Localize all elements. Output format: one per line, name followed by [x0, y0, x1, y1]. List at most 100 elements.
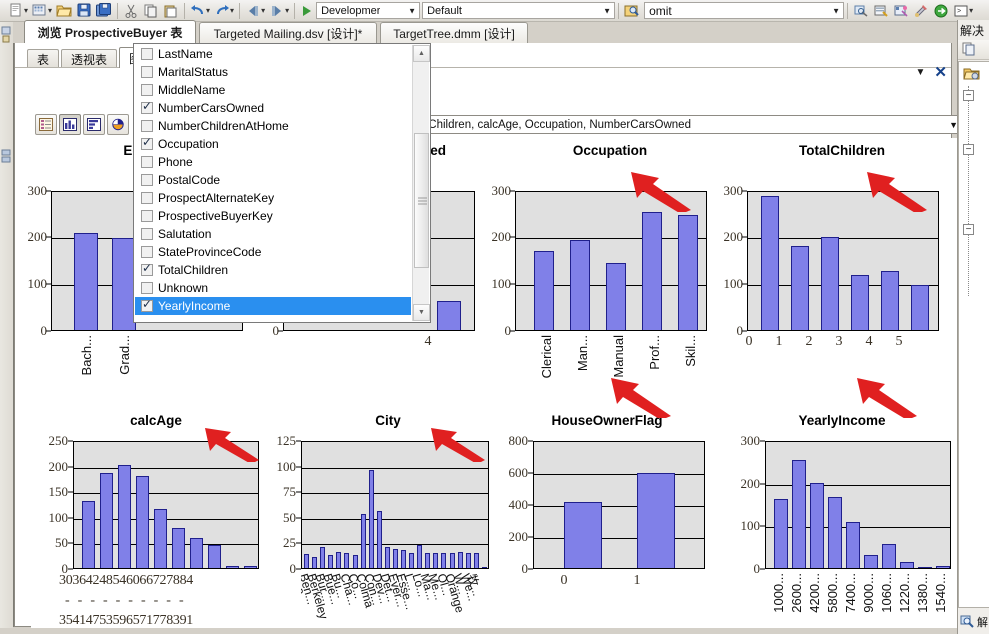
chevron-down-icon[interactable]: ▼ [916, 67, 926, 78]
checkbox-unchecked-icon[interactable] [141, 282, 153, 294]
copy-icon[interactable] [962, 42, 977, 62]
checkbox-checked-icon[interactable] [141, 298, 153, 312]
scroll-down-arrow-icon[interactable]: ▼ [413, 304, 430, 321]
solution-explorer-panel: 解决 − − − 解 [957, 20, 989, 634]
y-tick-label: 100 [48, 509, 69, 525]
properties-window-icon[interactable] [871, 1, 891, 20]
find-combo[interactable]: omit ▼ [644, 2, 845, 19]
new-item-icon[interactable] [6, 1, 26, 20]
field-list-item[interactable]: YearlyIncome [135, 297, 411, 315]
y-axis: 300 200 100 0 [727, 433, 765, 576]
y-tick-label: 600 [508, 465, 529, 480]
column-chart-icon[interactable] [59, 113, 81, 135]
solution-configuration-combo[interactable]: Developmer ▼ [316, 2, 421, 19]
document-tab-browse-prospectivebuyer[interactable]: 浏览 ProspectiveBuyer 表 [24, 20, 196, 43]
scroll-up-arrow-icon[interactable]: ▲ [413, 45, 430, 62]
navigate-back-icon[interactable] [243, 1, 263, 20]
field-list-item[interactable]: NumberChildrenAtHome [135, 117, 411, 135]
tab-table[interactable]: 表 [27, 49, 60, 68]
x-tick-label: Skil... [683, 335, 698, 367]
field-list-item[interactable]: ProspectAlternateKey [135, 189, 411, 207]
run-button[interactable] [298, 1, 316, 20]
checkbox-unchecked-icon[interactable] [141, 192, 153, 204]
find-in-files-icon[interactable] [622, 1, 642, 20]
solution-folder-icon[interactable] [963, 65, 980, 86]
checkbox-unchecked-icon[interactable] [141, 210, 153, 222]
checkbox-checked-icon[interactable] [141, 262, 153, 276]
command-window-icon[interactable]: > [951, 1, 971, 20]
panel-status-label: 解 [977, 617, 988, 629]
field-list-item[interactable]: NumberCarsOwned [135, 99, 411, 117]
field-list-item[interactable]: Unknown [135, 279, 411, 297]
save-all-icon[interactable] [94, 1, 114, 20]
copy-icon[interactable] [141, 1, 161, 20]
chevron-down-icon[interactable]: ▼ [832, 6, 840, 15]
scrollbar-thumb[interactable] [414, 133, 429, 268]
x-tick-label: Grad... [117, 335, 132, 375]
bar-totalchildren-1 [791, 246, 809, 330]
checkbox-unchecked-icon[interactable] [141, 84, 153, 96]
y-axis: 800 600 400 200 0 [495, 433, 533, 576]
field-list-item[interactable]: TotalChildren [135, 261, 411, 279]
checkbox-unchecked-icon[interactable] [141, 66, 153, 78]
field-list-item[interactable]: LastName [135, 45, 411, 63]
bar-yearlyincome-3 [828, 497, 842, 568]
checkbox-unchecked-icon[interactable] [141, 120, 153, 132]
bar-totalchildren-2 [821, 237, 839, 330]
open-folder-icon[interactable] [54, 1, 74, 20]
checkbox-unchecked-icon[interactable] [141, 228, 153, 240]
tab-pivot-table[interactable]: 透视表 [61, 49, 118, 68]
field-list-item[interactable]: MiddleName [135, 81, 411, 99]
go-to-icon[interactable] [931, 1, 951, 20]
toolbox-tab-icon[interactable] [1, 24, 12, 51]
toolbox-icon[interactable] [911, 1, 931, 20]
checkbox-checked-icon[interactable] [141, 100, 153, 114]
add-project-icon[interactable] [30, 1, 50, 20]
field-list-item[interactable]: Salutation [135, 225, 411, 243]
field-list-item[interactable]: ProspectiveBuyerKey [135, 207, 411, 225]
field-list-item[interactable]: Phone [135, 153, 411, 171]
dropdown-scrollbar[interactable]: ▲ ▼ [412, 45, 430, 321]
panel-toolbar [958, 40, 989, 60]
save-icon[interactable] [74, 1, 94, 20]
bar-calcage-8 [226, 566, 239, 568]
solution-platform-combo[interactable]: Default ▼ [422, 2, 616, 19]
search-icon[interactable] [960, 614, 975, 631]
document-tab-targettree-dmm[interactable]: TargetTree.dmm [设计] [380, 22, 528, 43]
bar-totalchildren-5 [911, 285, 929, 330]
paste-icon[interactable] [161, 1, 181, 20]
solution-tree[interactable]: − − − [958, 61, 989, 608]
chevron-down-icon[interactable]: ▼ [408, 6, 416, 15]
cut-icon[interactable] [121, 1, 141, 20]
bar-city-2 [320, 546, 326, 568]
tree-expander-icon[interactable]: − [963, 144, 974, 155]
redo-icon[interactable] [212, 1, 232, 20]
checkbox-unchecked-icon[interactable] [141, 156, 153, 168]
field-list-item[interactable]: PostalCode [135, 171, 411, 189]
checkbox-checked-icon[interactable] [141, 136, 153, 150]
close-icon[interactable]: ✕ [934, 65, 947, 80]
field-list-item[interactable]: Occupation [135, 135, 411, 153]
tree-expander-icon[interactable]: − [963, 224, 974, 235]
object-browser-icon[interactable] [891, 1, 911, 20]
field-selection-dropdown[interactable]: LastName MaritalStatus MiddleName NumberCar… [133, 43, 431, 323]
field-list-item[interactable]: MaritalStatus [135, 63, 411, 81]
solution-explorer-icon[interactable] [851, 1, 871, 20]
field-list-item-label: Unknown [158, 281, 209, 295]
server-explorer-tab-icon[interactable] [1, 148, 12, 181]
document-tab-targeted-mailing-dsv[interactable]: Targeted Mailing.dsv [设计]* [199, 22, 377, 43]
bar-chart-icon[interactable] [83, 113, 105, 135]
field-list-item[interactable]: StateProvinceCode [135, 243, 411, 261]
x-tick-label: 4 [424, 334, 432, 349]
checkbox-unchecked-icon[interactable] [141, 174, 153, 186]
plot-area [765, 441, 951, 569]
checkbox-unchecked-icon[interactable] [141, 48, 153, 60]
checkbox-unchecked-icon[interactable] [141, 246, 153, 258]
tree-expander-icon[interactable]: − [963, 90, 974, 101]
undo-icon[interactable] [188, 1, 208, 20]
field-list[interactable]: LastName MaritalStatus MiddleName NumberCar… [135, 45, 411, 315]
pie-chart-icon[interactable] [107, 113, 129, 135]
field-list-icon[interactable] [35, 113, 57, 135]
navigate-forward-icon[interactable] [267, 1, 287, 20]
chevron-down-icon[interactable]: ▼ [603, 6, 611, 15]
